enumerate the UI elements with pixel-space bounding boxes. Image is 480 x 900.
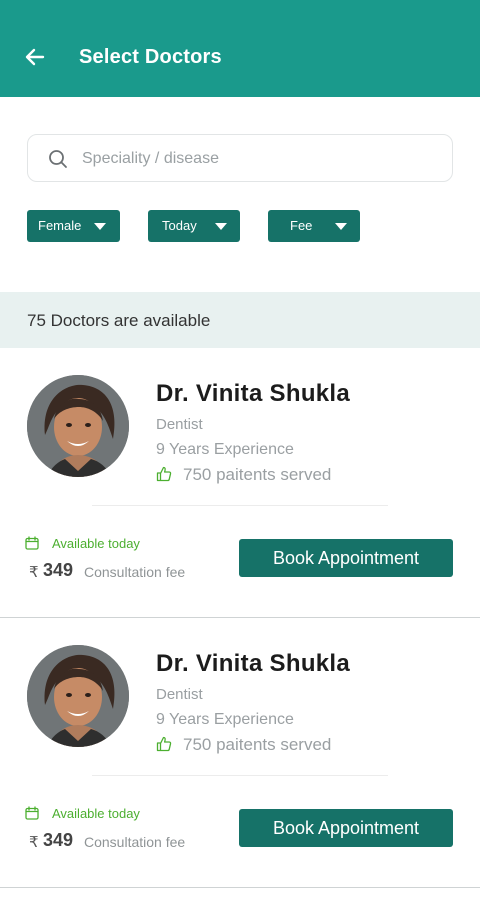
card-divider (92, 505, 388, 506)
doctor-photo (27, 375, 129, 477)
back-button[interactable] (22, 44, 48, 70)
patients-served: 750 paitents served (183, 735, 332, 754)
book-appointment-button[interactable]: Book Appointment (239, 809, 453, 847)
doctor-avatar (27, 375, 129, 477)
filter-day-label: Today (162, 218, 197, 233)
caret-down-icon (215, 223, 227, 230)
book-appointment-button[interactable]: Book Appointment (239, 539, 453, 577)
filter-gender[interactable]: Female (27, 210, 120, 242)
doctor-speciality: Dentist (156, 416, 203, 433)
page-title: Select Doctors (79, 46, 222, 68)
caret-down-icon (335, 223, 347, 230)
results-count: 75 Doctors are available (27, 311, 211, 330)
filter-fee[interactable]: Fee (268, 210, 360, 242)
arrow-left-icon (25, 48, 45, 66)
search-input[interactable] (82, 145, 432, 173)
doctor-name: Dr. Vinita Shukla (156, 380, 351, 407)
doctor-avatar (27, 645, 129, 747)
results-count-bar: 75 Doctors are available (0, 292, 480, 348)
calendar-icon (25, 536, 39, 550)
thumbs-up-icon (156, 466, 172, 482)
card-divider (92, 775, 388, 776)
filter-fee-label: Fee (290, 218, 313, 233)
availability-status: Available today (52, 806, 140, 821)
filter-day[interactable]: Today (148, 210, 240, 242)
doctor-card[interactable]: Dr. Vinita Shukla Dentist 9 Years Experi… (0, 618, 480, 888)
search-icon (49, 150, 67, 168)
patients-served: 750 paitents served (183, 465, 332, 484)
search-box[interactable] (27, 134, 453, 182)
calendar-icon (25, 806, 39, 820)
availability-status: Available today (52, 536, 140, 551)
app-bar: Select Doctors (0, 0, 480, 97)
consultation-fee-label: Consultation fee (84, 834, 186, 850)
thumbs-up-icon (156, 736, 172, 752)
consultation-fee-label: Consultation fee (84, 564, 186, 580)
doctor-card[interactable]: Dr. Vinita Shukla Dentist 9 Years Experi… (0, 348, 480, 618)
currency-symbol: ₹ (29, 834, 39, 851)
consultation-fee: 349 (43, 830, 74, 850)
doctor-experience: 9 Years Experience (156, 441, 294, 458)
doctor-experience: 9 Years Experience (156, 711, 294, 728)
caret-down-icon (94, 223, 106, 230)
doctor-speciality: Dentist (156, 686, 203, 703)
currency-symbol: ₹ (29, 564, 39, 581)
doctor-photo (27, 645, 129, 747)
doctor-name: Dr. Vinita Shukla (156, 650, 351, 677)
filter-gender-label: Female (38, 218, 82, 233)
consultation-fee: 349 (43, 560, 74, 580)
